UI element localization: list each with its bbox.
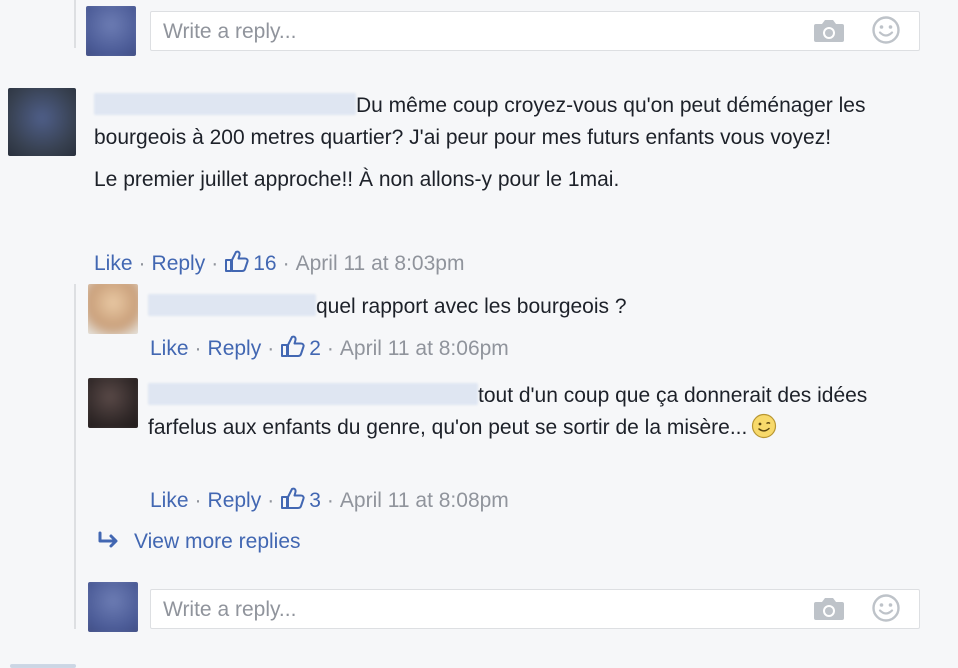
view-more-replies-link[interactable]: View more replies bbox=[96, 530, 301, 554]
thumbs-up-icon bbox=[281, 335, 305, 357]
camera-icon[interactable] bbox=[813, 18, 845, 44]
timestamp[interactable]: April 11 at 8:08pm bbox=[340, 489, 509, 512]
separator: · bbox=[194, 337, 202, 360]
separator: · bbox=[267, 489, 275, 512]
thumbs-up-icon bbox=[225, 250, 249, 272]
reply-2-actions: Like · Reply · 3 · April 11 at 8:08pm bbox=[150, 486, 509, 514]
reply-1-paragraph: quel rapport avec les bourgeois ? bbox=[148, 291, 928, 323]
avatar-next-comment bbox=[10, 664, 76, 668]
thumbs-up-icon bbox=[281, 487, 305, 509]
commenter-name-blurred[interactable] bbox=[94, 93, 356, 115]
separator: · bbox=[267, 337, 275, 360]
smiley-icon[interactable] bbox=[871, 593, 901, 623]
comment-main-body: Du même coup croyez-vous qu'on peut démé… bbox=[94, 90, 934, 196]
thread-line-top bbox=[74, 0, 76, 48]
separator: · bbox=[211, 252, 219, 275]
like-count[interactable]: 2 bbox=[309, 337, 321, 360]
separator: · bbox=[326, 489, 334, 512]
replier-1-name-blurred[interactable] bbox=[148, 294, 316, 316]
reply-2-body: tout d'un coup que ça donnerait des idée… bbox=[148, 380, 888, 444]
reply-arrow-icon bbox=[98, 531, 118, 548]
like-link[interactable]: Like bbox=[150, 489, 189, 512]
reply-1-body: quel rapport avec les bourgeois ? bbox=[148, 291, 928, 323]
like-count[interactable]: 16 bbox=[253, 252, 276, 275]
timestamp[interactable]: April 11 at 8:03pm bbox=[296, 252, 465, 275]
separator: · bbox=[138, 252, 146, 275]
separator: · bbox=[326, 337, 334, 360]
avatar-current-user-bottom bbox=[88, 582, 138, 632]
avatar-reply-2[interactable] bbox=[88, 378, 138, 428]
separator: · bbox=[282, 252, 290, 275]
reply-link[interactable]: Reply bbox=[208, 337, 262, 360]
reply-box-top[interactable] bbox=[150, 11, 920, 52]
smiling-emoji-icon bbox=[752, 413, 777, 439]
comment-main-paragraph-1: Du même coup croyez-vous qu'on peut démé… bbox=[94, 90, 934, 154]
like-link[interactable]: Like bbox=[94, 252, 133, 275]
avatar-commenter-main[interactable] bbox=[8, 88, 76, 156]
reply-box-bottom[interactable] bbox=[150, 589, 920, 630]
camera-icon[interactable] bbox=[813, 596, 845, 622]
view-more-replies-label[interactable]: View more replies bbox=[134, 530, 301, 553]
comment-main-actions: Like · Reply · 16 · April 11 at 8:03pm bbox=[94, 249, 464, 277]
thread-line-replies bbox=[74, 284, 76, 629]
reply-1-text: quel rapport avec les bourgeois ? bbox=[316, 295, 627, 318]
comment-main-paragraph-2: Le premier juillet approche!! À non allo… bbox=[94, 168, 620, 191]
like-link[interactable]: Like bbox=[150, 337, 189, 360]
timestamp[interactable]: April 11 at 8:06pm bbox=[340, 337, 509, 360]
reply-link[interactable]: Reply bbox=[208, 489, 262, 512]
reply-2-paragraph: tout d'un coup que ça donnerait des idée… bbox=[148, 380, 888, 444]
avatar-reply-1[interactable] bbox=[88, 284, 138, 334]
reply-input-top[interactable] bbox=[161, 12, 785, 52]
separator: · bbox=[194, 489, 202, 512]
reply-input-bottom[interactable] bbox=[161, 590, 785, 630]
replier-2-name-blurred[interactable] bbox=[148, 383, 478, 405]
like-count[interactable]: 3 bbox=[309, 489, 321, 512]
reply-1-actions: Like · Reply · 2 · April 11 at 8:06pm bbox=[150, 334, 509, 362]
reply-link[interactable]: Reply bbox=[152, 252, 206, 275]
smiley-icon[interactable] bbox=[871, 15, 901, 45]
avatar-current-user-top bbox=[86, 6, 136, 56]
